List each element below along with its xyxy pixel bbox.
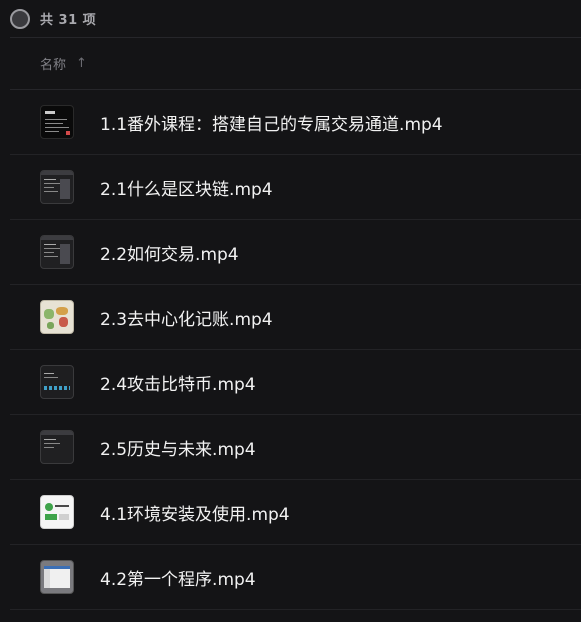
column-header-name[interactable]: 名称 ↑ — [0, 38, 581, 89]
video-thumbnail-icon — [40, 300, 74, 334]
file-name: 4.1环境安装及使用.mp4 — [100, 504, 290, 525]
video-thumbnail-icon — [40, 105, 74, 139]
file-row[interactable]: 2.2如何交易.mp4 — [10, 220, 581, 285]
file-name: 2.2如何交易.mp4 — [100, 244, 239, 265]
video-thumbnail-icon — [40, 560, 74, 594]
file-name: 2.4攻击比特币.mp4 — [100, 374, 256, 395]
video-thumbnail-icon — [40, 495, 74, 529]
file-name: 2.1什么是区块链.mp4 — [100, 179, 273, 200]
file-row[interactable]: 2.5历史与未来.mp4 — [10, 415, 581, 480]
file-name: 1.1番外课程：搭建自己的专属交易通道.mp4 — [100, 114, 443, 135]
video-thumbnail-icon — [40, 365, 74, 399]
column-name-label: 名称 — [40, 58, 67, 73]
file-name: 2.3去中心化记账.mp4 — [100, 309, 273, 330]
file-row[interactable]: 4.2第一个程序.mp4 — [10, 545, 581, 610]
file-row[interactable]: 2.4攻击比特币.mp4 — [10, 350, 581, 415]
select-all-checkbox[interactable] — [10, 8, 30, 29]
list-header: 共 31 项 — [0, 0, 581, 37]
file-row[interactable]: 2.1什么是区块链.mp4 — [10, 155, 581, 220]
video-thumbnail-icon — [40, 430, 74, 464]
file-name: 4.2第一个程序.mp4 — [100, 569, 256, 590]
file-row[interactable]: 4.1环境安装及使用.mp4 — [10, 480, 581, 545]
file-name: 2.5历史与未来.mp4 — [100, 439, 256, 460]
file-row[interactable]: 2.3去中心化记账.mp4 — [10, 285, 581, 350]
file-row[interactable]: 1.1番外课程：搭建自己的专属交易通道.mp4 — [10, 90, 581, 155]
file-list: 1.1番外课程：搭建自己的专属交易通道.mp4 2.1什么是区块链.mp4 2.… — [0, 90, 581, 610]
video-thumbnail-icon — [40, 235, 74, 269]
arrow-up-icon[interactable]: ↑ — [76, 56, 87, 71]
video-thumbnail-icon — [40, 170, 74, 204]
item-count: 共 31 项 — [40, 13, 97, 28]
